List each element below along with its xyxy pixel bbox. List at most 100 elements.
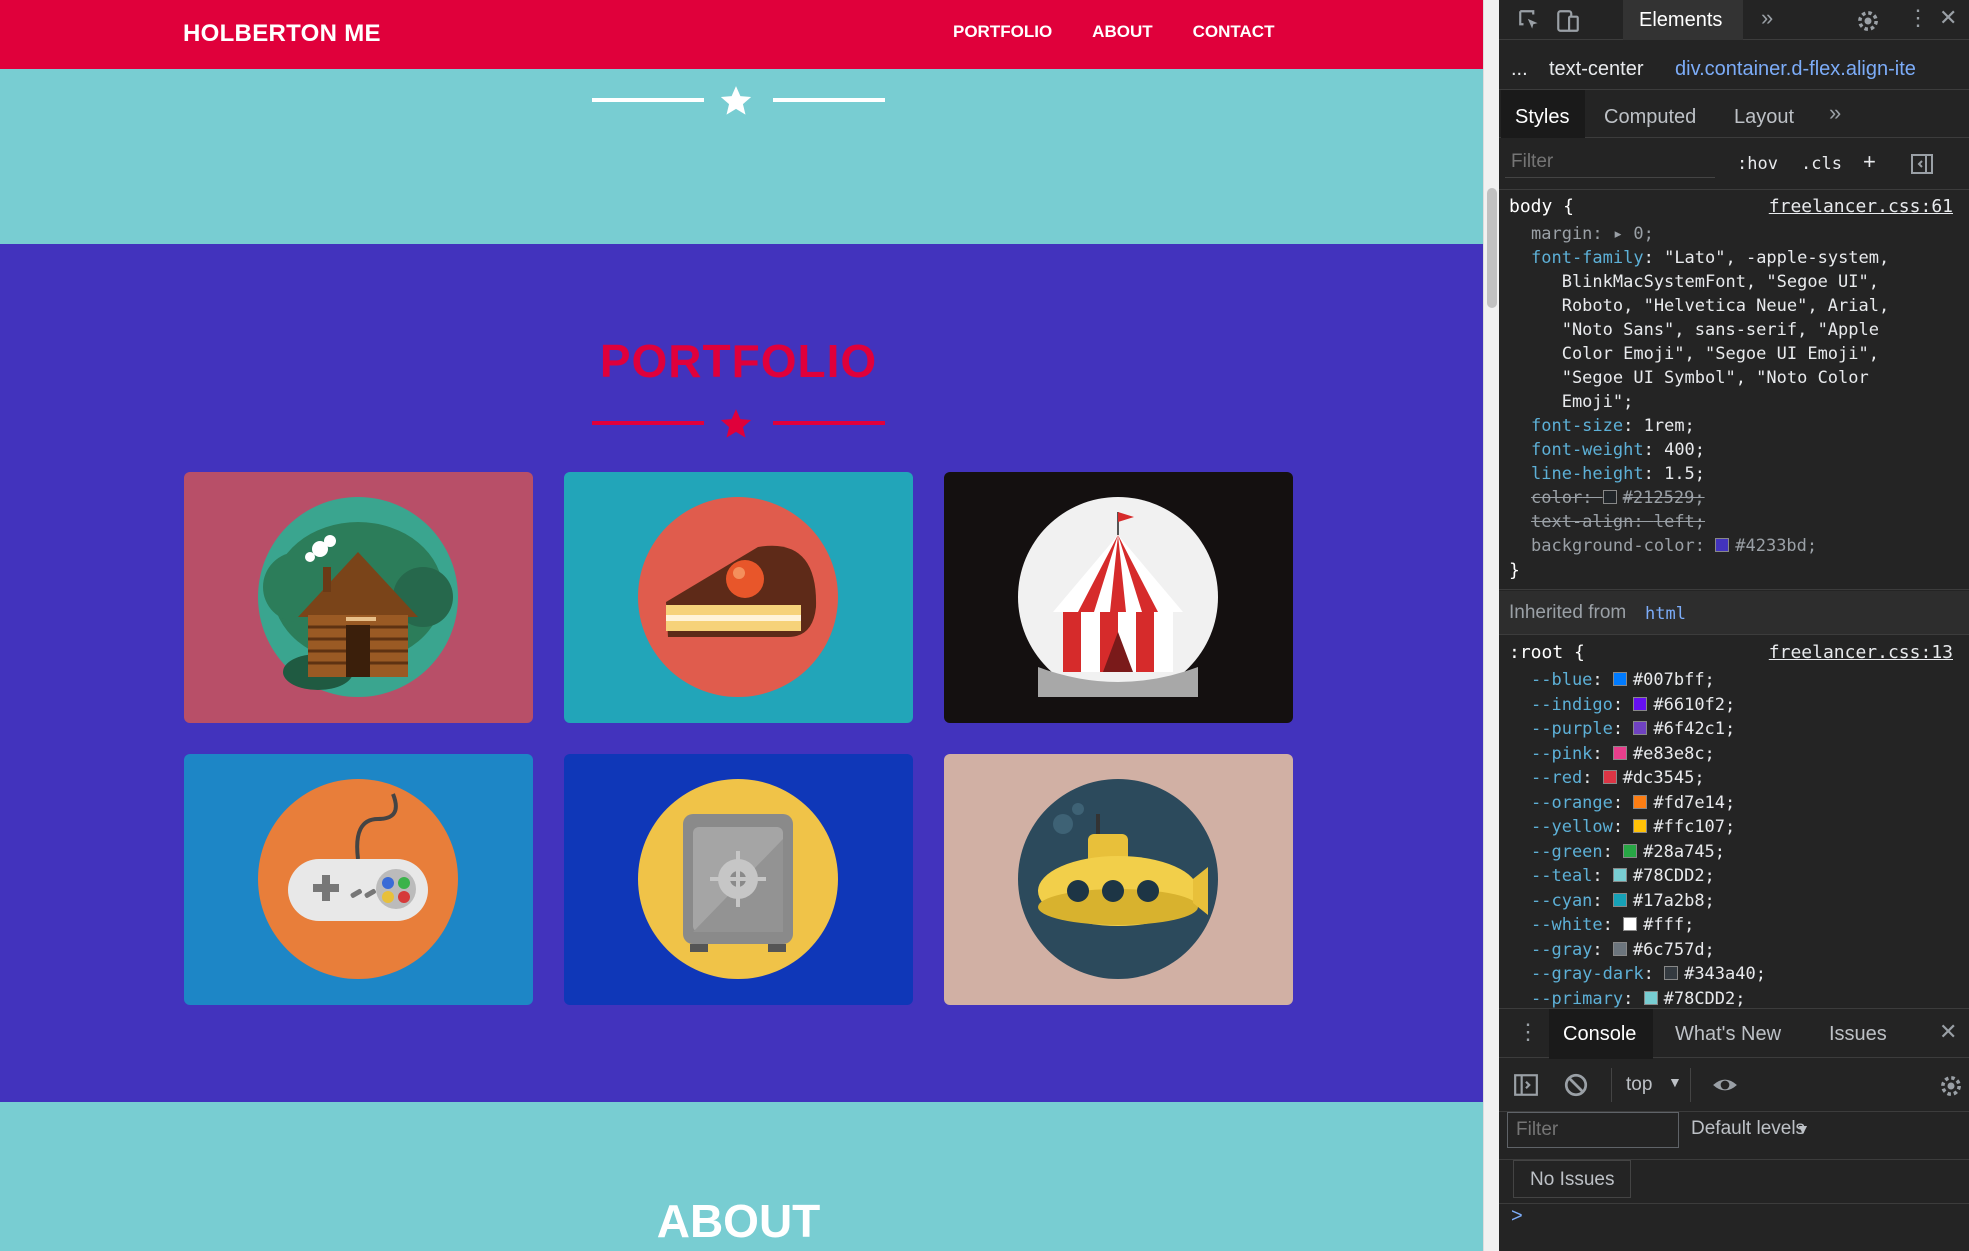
css-variable[interactable]: --purple: #6f42c1; [1531, 719, 1735, 739]
color-swatch[interactable] [1612, 868, 1627, 882]
css-variable[interactable]: --pink: #e83e8c; [1531, 744, 1715, 764]
tab-whats-new[interactable]: What's New [1675, 1023, 1781, 1046]
log-levels-dropdown[interactable]: Default levels [1691, 1118, 1805, 1140]
css-decl-text-align-overridden[interactable]: text-align: left; [1531, 512, 1705, 532]
root-rule-source-link[interactable]: freelancer.css:13 [1769, 642, 1953, 663]
color-swatch[interactable] [1633, 819, 1648, 833]
portfolio-item-submarine[interactable] [944, 754, 1293, 1005]
css-decl-margin[interactable]: margin: ▸ 0; [1531, 224, 1654, 244]
new-style-rule-icon[interactable]: + [1863, 149, 1876, 175]
clear-console-icon[interactable] [1563, 1072, 1589, 1098]
portfolio-item-safe[interactable] [564, 754, 913, 1005]
color-swatch[interactable] [1602, 490, 1617, 504]
color-swatch[interactable] [1643, 990, 1658, 1005]
devtools-panel: Elements » ⋮ ✕ ... text-center div.conta… [1499, 0, 1969, 1251]
portfolio-item-game-controller[interactable] [184, 754, 533, 1005]
color-swatch[interactable] [1612, 941, 1627, 956]
color-swatch[interactable] [1612, 892, 1627, 907]
css-variable[interactable]: --cyan: #17a2b8; [1531, 891, 1715, 911]
css-continuation: Roboto, "Helvetica Neue", Arial, [1531, 296, 1890, 316]
breadcrumb-ellipsis[interactable]: ... [1511, 58, 1528, 81]
body-selector[interactable]: body { [1509, 196, 1574, 217]
cls-toggle[interactable]: .cls [1801, 154, 1842, 174]
css-variable[interactable]: --teal: #78CDD2; [1531, 866, 1715, 886]
color-swatch[interactable] [1612, 745, 1627, 760]
divider-line [773, 98, 885, 102]
color-swatch[interactable] [1612, 672, 1627, 686]
portfolio-item-cabin[interactable] [184, 472, 533, 723]
css-decl-background-color[interactable]: background-color: #4233bd; [1531, 536, 1817, 556]
nav-contact-link[interactable]: CONTACT [1193, 22, 1275, 42]
portfolio-section: PORTFOLIO [0, 244, 1483, 1102]
show-sidebar-icon[interactable] [1513, 1072, 1539, 1098]
device-toolbar-icon[interactable] [1555, 8, 1581, 34]
css-variable[interactable]: --indigo: #6610f2; [1531, 695, 1735, 715]
more-tabs-icon[interactable]: » [1761, 5, 1773, 31]
dom-breadcrumb: ... text-center div.container.d-flex.ali… [1499, 40, 1969, 90]
toggle-sidebar-icon[interactable] [1909, 152, 1935, 176]
no-issues-button[interactable]: No Issues [1513, 1160, 1631, 1198]
page-scrollbar[interactable] [1483, 0, 1499, 1251]
tab-styles[interactable]: Styles [1501, 90, 1585, 138]
scrollbar-thumb[interactable] [1487, 188, 1497, 308]
css-decl-font-family[interactable]: font-family: "Lato", -apple-system, [1531, 248, 1889, 268]
breadcrumb-container[interactable]: div.container.d-flex.align-ite [1675, 58, 1916, 81]
color-swatch[interactable] [1633, 696, 1648, 711]
css-variable[interactable]: --red: #dc3545; [1531, 768, 1705, 788]
color-swatch[interactable] [1633, 721, 1648, 735]
masthead-section [0, 69, 1483, 244]
root-selector[interactable]: :root { [1509, 642, 1585, 663]
kebab-menu-icon[interactable]: ⋮ [1907, 5, 1929, 31]
css-variable[interactable]: --gray-dark: #343a40; [1531, 964, 1766, 984]
css-variable-value: #fff; [1643, 915, 1695, 935]
console-prompt-icon[interactable]: > [1511, 1205, 1523, 1228]
settings-gear-icon[interactable] [1854, 7, 1882, 35]
portfolio-item-cake[interactable] [564, 472, 913, 723]
color-swatch[interactable] [1623, 843, 1638, 858]
drawer-menu-icon[interactable]: ⋮ [1517, 1019, 1539, 1045]
nav-portfolio-link[interactable]: PORTFOLIO [953, 22, 1052, 42]
tab-elements[interactable]: Elements [1623, 0, 1743, 40]
close-drawer-icon[interactable]: ✕ [1939, 1019, 1957, 1045]
dropdown-arrow-icon: ▼ [1668, 1074, 1682, 1090]
nav-about-link[interactable]: ABOUT [1092, 22, 1152, 42]
css-decl-font-weight[interactable]: font-weight: 400; [1531, 440, 1705, 460]
more-subtabs-icon[interactable]: » [1829, 100, 1841, 126]
console-settings-gear-icon[interactable] [1937, 1072, 1965, 1100]
hov-toggle[interactable]: :hov [1737, 154, 1778, 174]
css-decl-font-size[interactable]: font-size: 1rem; [1531, 416, 1695, 436]
css-variable-name: --primary [1531, 988, 1624, 1009]
tab-layout[interactable]: Layout [1734, 106, 1794, 129]
tab-issues[interactable]: Issues [1829, 1023, 1887, 1046]
css-variable-name: --pink [1531, 743, 1593, 764]
css-variable[interactable]: --green: #28a745; [1531, 842, 1725, 862]
body-rule-source-link[interactable]: freelancer.css:61 [1769, 196, 1953, 217]
portfolio-item-circus[interactable] [944, 472, 1293, 723]
console-filter-input[interactable] [1507, 1112, 1679, 1148]
breadcrumb-text-center[interactable]: text-center [1549, 58, 1643, 81]
css-variable-name: --orange [1531, 792, 1613, 813]
styles-filter-input[interactable] [1505, 146, 1715, 178]
css-variable[interactable]: --yellow: #ffc107; [1531, 817, 1735, 837]
css-decl-color-overridden[interactable]: color: #212529; [1531, 488, 1705, 508]
color-swatch[interactable] [1633, 794, 1648, 809]
context-selector[interactable]: top ▼ [1611, 1068, 1691, 1102]
css-variable[interactable]: --orange: #fd7e14; [1531, 793, 1735, 813]
inherited-from-link[interactable]: html [1645, 604, 1686, 624]
brand-logo[interactable]: HOLBERTON ME [183, 20, 381, 48]
css-variable-name: --red [1531, 768, 1583, 788]
tab-console[interactable]: Console [1549, 1009, 1653, 1059]
color-swatch[interactable] [1715, 538, 1730, 552]
color-swatch[interactable] [1664, 966, 1679, 980]
color-swatch[interactable] [1623, 917, 1638, 931]
css-variable[interactable]: --white: #fff; [1531, 915, 1694, 935]
inspect-element-icon[interactable] [1517, 8, 1543, 34]
css-variable[interactable]: --primary: #78CDD2; [1531, 989, 1746, 1009]
tab-computed[interactable]: Computed [1604, 106, 1696, 129]
css-decl-line-height[interactable]: line-height: 1.5; [1531, 464, 1705, 484]
live-expression-eye-icon[interactable] [1711, 1072, 1739, 1098]
close-devtools-icon[interactable]: ✕ [1939, 5, 1957, 31]
css-variable[interactable]: --blue: #007bff; [1531, 670, 1715, 690]
color-swatch[interactable] [1602, 770, 1617, 784]
css-variable[interactable]: --gray: #6c757d; [1531, 940, 1715, 960]
